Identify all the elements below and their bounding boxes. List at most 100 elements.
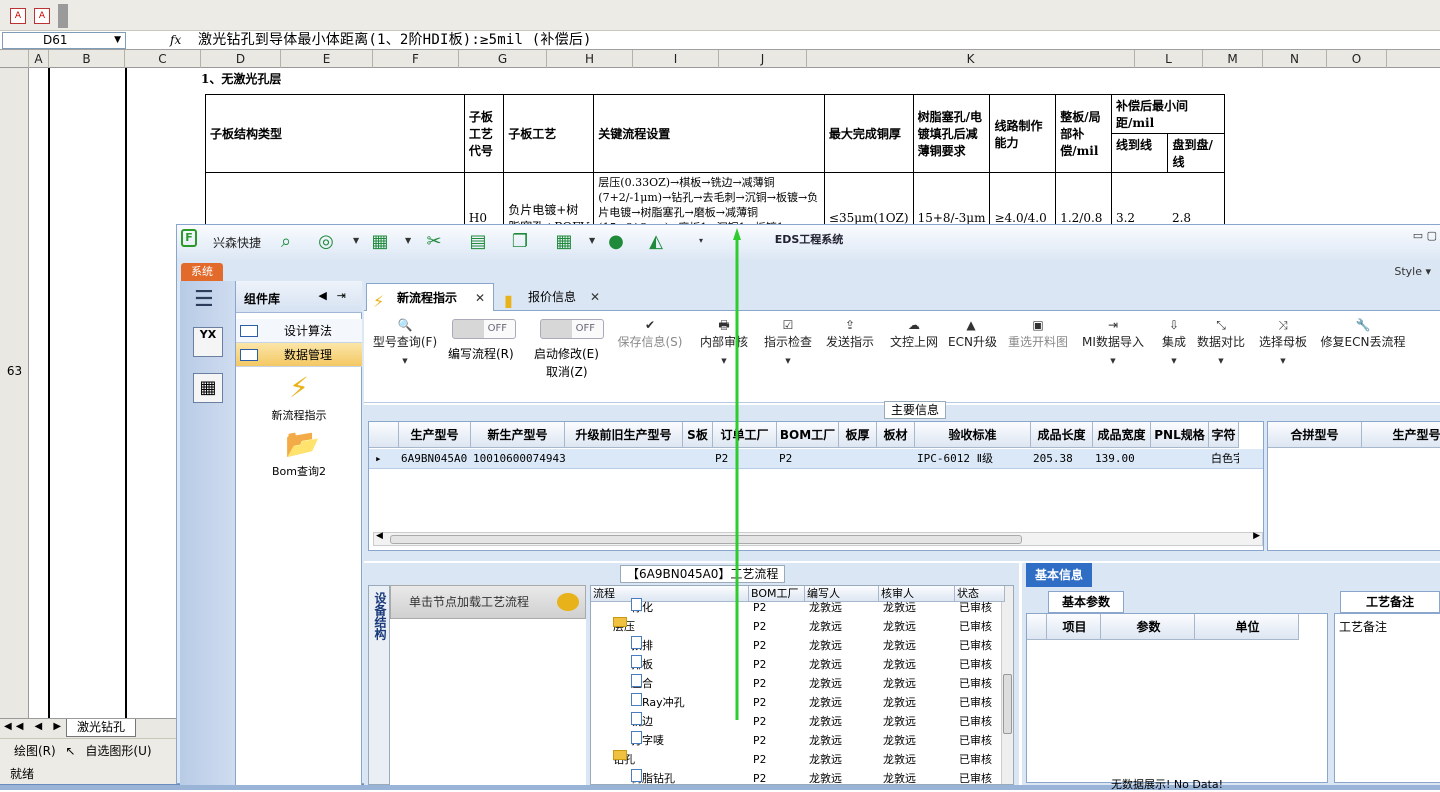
- window-controls[interactable]: ▭ ▢: [1413, 229, 1437, 242]
- tree-node[interactable]: 打字唛: [631, 731, 761, 750]
- table-cell[interactable]: 白色字: [1209, 449, 1239, 469]
- column-header[interactable]: 新生产型号: [471, 422, 565, 448]
- chevron-down-icon[interactable]: ▼: [370, 351, 440, 371]
- table-header[interactable]: 树脂塞孔/电镀填孔后减薄铜要求: [912, 94, 991, 173]
- column-header-e[interactable]: E: [281, 50, 373, 68]
- grid-icon[interactable]: ▦: [553, 231, 575, 253]
- column-header[interactable]: 板厚: [839, 422, 877, 448]
- table-header[interactable]: 子板工艺代号: [463, 94, 505, 173]
- table-cell[interactable]: 205.38: [1031, 449, 1093, 469]
- column-header[interactable]: S板: [683, 422, 713, 448]
- table-cell[interactable]: IPC-6012 Ⅱ级: [915, 449, 1031, 469]
- column-header-a[interactable]: A: [29, 50, 49, 68]
- tree-node[interactable]: −层压: [613, 617, 743, 636]
- collapse-arrows-icon[interactable]: ◀⇥: [318, 289, 356, 302]
- write-flow-label[interactable]: 编写流程(R): [448, 345, 514, 362]
- check-button[interactable]: ✔ 保存信息(S): [614, 317, 686, 397]
- column-header-k[interactable]: K: [807, 50, 1135, 68]
- tree-node[interactable]: 铣边: [631, 712, 761, 731]
- column-header[interactable]: 成品长度: [1031, 422, 1093, 448]
- column-header[interactable]: 合拼型号: [1268, 422, 1362, 448]
- table-header[interactable]: 线路制作能力: [989, 94, 1057, 173]
- tree-node[interactable]: 压合: [631, 674, 761, 693]
- scroll-thumb[interactable]: [390, 535, 1022, 544]
- table-cell[interactable]: 10010600074943: [471, 449, 565, 469]
- tree-node[interactable]: 树脂钻孔: [631, 769, 761, 784]
- column-header-h[interactable]: H: [547, 50, 633, 68]
- name-box[interactable]: D61 ▼: [2, 32, 126, 49]
- tab-process-notes[interactable]: 工艺备注: [1340, 591, 1440, 613]
- table-header[interactable]: 最大完成铜厚: [823, 94, 914, 173]
- comp-item-data[interactable]: 数据管理: [236, 343, 362, 367]
- tree-node[interactable]: 预排: [631, 636, 761, 655]
- chevron-down-icon[interactable]: ▼: [1080, 351, 1146, 371]
- column-header[interactable]: 板材: [877, 422, 915, 448]
- checklist-button[interactable]: ☑ 指示检查 ▼: [760, 317, 816, 397]
- column-header[interactable]: 订单工厂: [713, 422, 777, 448]
- bom-query-item[interactable]: 📂 Bom查询2: [236, 429, 362, 479]
- column-header[interactable]: 生产型号: [399, 422, 471, 448]
- tab-quote-info[interactable]: ▮ 报价信息 ✕: [498, 283, 608, 311]
- column-header-d[interactable]: D: [201, 50, 281, 68]
- column-header[interactable]: 字符: [1209, 422, 1239, 448]
- column-header-n[interactable]: N: [1263, 50, 1327, 68]
- equipment-structure-tab[interactable]: 设备结构: [368, 585, 390, 785]
- tree-row[interactable]: 打字唛 P2 龙敦远 龙敦远 已审核: [591, 731, 1005, 750]
- app-logo-icon[interactable]: F: [181, 229, 197, 247]
- tree-node[interactable]: X-Ray冲孔: [631, 693, 761, 712]
- menu-icon[interactable]: ☰: [194, 289, 214, 311]
- column-header-i[interactable]: I: [633, 50, 719, 68]
- cursor-icon[interactable]: ↖: [66, 744, 76, 758]
- chart-icon[interactable]: ◭: [645, 231, 667, 253]
- table-header[interactable]: 子板工艺: [503, 94, 595, 173]
- compare-button[interactable]: ⤡ 数据对比 ▼: [1194, 317, 1248, 397]
- scroll-left-icon[interactable]: ◀: [376, 531, 383, 541]
- sheet-tab[interactable]: 激光钻孔: [66, 719, 137, 737]
- column-header[interactable]: 成品宽度: [1093, 422, 1151, 448]
- tab-basic-info[interactable]: 基本信息: [1026, 563, 1092, 587]
- tab-system[interactable]: 系统: [181, 263, 223, 281]
- column-header-m[interactable]: M: [1203, 50, 1263, 68]
- table-cell[interactable]: [877, 449, 915, 469]
- chevron-down-icon[interactable]: ▼: [1256, 351, 1310, 371]
- print-button[interactable]: 🖶 内部审核 ▼: [696, 317, 752, 397]
- table-cell[interactable]: [565, 449, 683, 469]
- column-header-c[interactable]: C: [125, 50, 201, 68]
- table-header[interactable]: 关键流程设置: [593, 94, 825, 173]
- column-header[interactable]: 参数: [1101, 614, 1195, 640]
- chevron-down-icon[interactable]: ▼: [589, 236, 595, 245]
- chevron-down-icon[interactable]: ▼: [696, 351, 752, 371]
- pdf-settings-icon[interactable]: A: [34, 8, 50, 24]
- formula-input[interactable]: 激光钻孔到导体最小体距离(1、2阶HDI板):≥5mil (补偿后): [198, 31, 592, 50]
- tree-row[interactable]: 排板 P2 龙敦远 龙敦远 已审核: [591, 655, 1005, 674]
- column-header-f[interactable]: F: [373, 50, 459, 68]
- ecn-button[interactable]: ▲ ECN升级: [948, 317, 997, 397]
- tree-node[interactable]: −钻孔: [613, 750, 743, 769]
- table-cell[interactable]: 139.00: [1093, 449, 1151, 469]
- download-button[interactable]: ⇩ 集成 ▼: [1156, 317, 1192, 397]
- select-all-corner[interactable]: [0, 50, 29, 68]
- shuffle-button[interactable]: ⤨ 选择母板 ▼: [1256, 317, 1310, 397]
- column-header[interactable]: 生产型号: [1362, 422, 1440, 448]
- tree-node[interactable]: 标化: [631, 598, 761, 617]
- tree-row[interactable]: −钻孔 P2 龙敦远 龙敦远 已审核: [591, 750, 1005, 769]
- customize-icon[interactable]: ▾: [699, 236, 703, 245]
- comp-item-design[interactable]: 设计算法: [236, 319, 362, 343]
- start-modify-label[interactable]: 启动修改(E): [534, 345, 599, 362]
- table-header-group[interactable]: 补偿后最小间距/mil 线到线 盘到盘/线: [1110, 94, 1226, 173]
- tab-new-flow[interactable]: ⚡ 新流程指示 ✕: [366, 283, 494, 311]
- tree-row[interactable]: 铣边 P2 龙敦远 龙敦远 已审核: [591, 712, 1005, 731]
- import-button[interactable]: ⇥ MI数据导入 ▼: [1080, 317, 1146, 397]
- tree-row[interactable]: 预排 P2 龙敦远 龙敦远 已审核: [591, 636, 1005, 655]
- draw-menu[interactable]: 绘图(R): [14, 744, 56, 758]
- write-flow-toggle[interactable]: OFF: [452, 319, 516, 339]
- column-header[interactable]: PNL规格: [1151, 422, 1209, 448]
- new-flow-item[interactable]: ⚡ 新流程指示: [236, 373, 362, 423]
- table-icon[interactable]: ▦: [369, 231, 391, 253]
- column-header-b[interactable]: B: [49, 50, 125, 68]
- lifebuoy-icon[interactable]: ◎: [315, 231, 337, 253]
- start-modify-toggle[interactable]: OFF: [540, 319, 604, 339]
- upload-button[interactable]: ⇪ 发送指示: [822, 317, 878, 397]
- chevron-down-icon[interactable]: ▼: [760, 351, 816, 371]
- table-cell[interactable]: P2: [713, 449, 777, 469]
